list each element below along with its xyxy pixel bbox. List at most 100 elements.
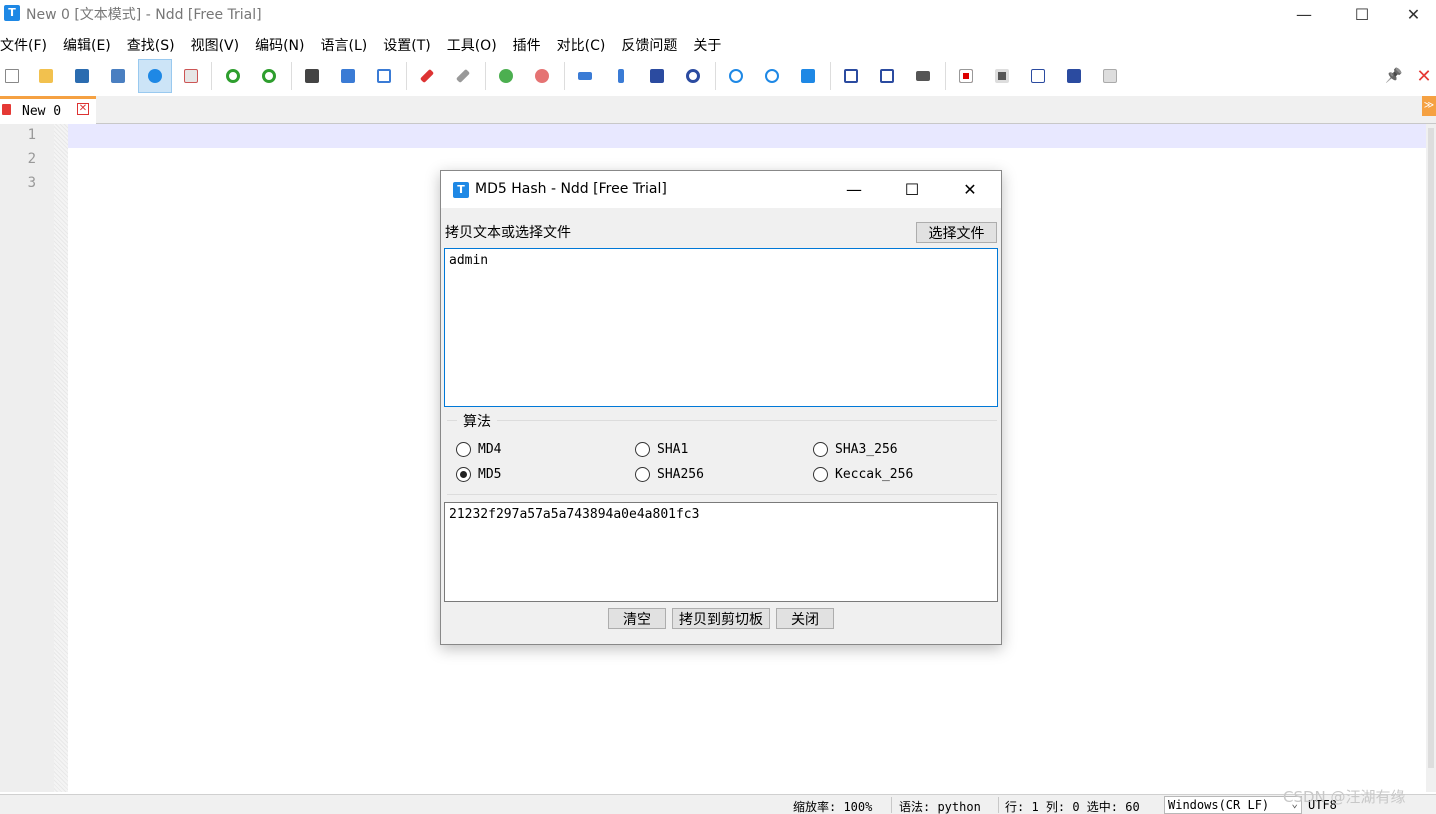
toolbar-separator [830, 62, 831, 90]
mark-button[interactable] [410, 59, 444, 93]
watermark: CSDN @汪湖有缘 [1283, 788, 1406, 806]
menu-view[interactable]: 视图(V) [191, 32, 248, 56]
menu-tools[interactable]: 工具(O) [447, 32, 505, 56]
close-dialog-button[interactable]: 关闭 [776, 608, 834, 629]
monitor-button[interactable] [676, 59, 710, 93]
pin-icon: 📌 [1385, 68, 1403, 84]
undo-button[interactable] [216, 59, 250, 93]
menu-feedback[interactable]: 反馈问题 [621, 32, 685, 56]
dialog-title: MD5 Hash - Ndd [Free Trial] [475, 181, 667, 197]
redo-icon [262, 69, 276, 83]
menu-about[interactable]: 关于 [693, 32, 729, 56]
tab-overflow-button[interactable]: ≫ [1422, 96, 1436, 116]
record-macro-button[interactable] [949, 59, 983, 93]
radio-sha1[interactable]: SHA1 [635, 442, 688, 457]
menu-search[interactable]: 查找(S) [127, 32, 183, 56]
replace-button[interactable] [331, 59, 365, 93]
tab-new-0[interactable]: New 0 ✕ [0, 96, 96, 124]
dialog-maximize-button[interactable]: ☐ [883, 171, 941, 208]
stop-macro-button[interactable] [985, 59, 1019, 93]
bookmark-button[interactable] [367, 59, 401, 93]
pin-button[interactable]: 📌 [1377, 59, 1411, 93]
menu-compare[interactable]: 对比(C) [557, 32, 614, 56]
clear-mark-button[interactable] [446, 59, 480, 93]
toolbar-separator [564, 62, 565, 90]
tab-bar: New 0 ✕ ≫ [0, 96, 1436, 124]
status-separator [891, 797, 892, 813]
compare-button[interactable] [834, 59, 868, 93]
menu-file[interactable]: 文件(F) [0, 32, 55, 56]
target-icon [686, 69, 700, 83]
radio-circle [813, 467, 828, 482]
position-status: 行: 1 列: 0 选中: 60 [1005, 800, 1140, 814]
close-file-button[interactable] [174, 59, 208, 93]
radio-label: SHA3_256 [835, 442, 898, 457]
choose-file-button[interactable]: 选择文件 [916, 222, 997, 243]
save-button[interactable] [65, 59, 99, 93]
clear-button[interactable]: 清空 [608, 608, 666, 629]
stop-icon [995, 69, 1009, 83]
radio-keccak-256[interactable]: Keccak_256 [813, 467, 913, 482]
save-macro-button[interactable] [1093, 59, 1127, 93]
minimize-button[interactable]: — [1275, 0, 1333, 28]
radio-sha256[interactable]: SHA256 [635, 467, 704, 482]
radio-md5[interactable]: MD5 [456, 467, 501, 482]
tab-close-icon[interactable]: ✕ [77, 103, 89, 115]
dialog-close-button[interactable]: ✕ [941, 171, 999, 208]
toolbar: 📌 ✕ [0, 56, 1436, 96]
save-macro-icon [1103, 69, 1117, 83]
menu-language[interactable]: 语言(L) [321, 32, 376, 56]
word-wrap-button[interactable] [568, 59, 602, 93]
menu-edit[interactable]: 编辑(E) [63, 32, 119, 56]
radio-md4[interactable]: MD4 [456, 442, 501, 457]
radio-circle [456, 442, 471, 457]
radio-label: Keccak_256 [835, 467, 914, 482]
close-all-button[interactable]: ✕ [1412, 59, 1436, 93]
fold-margin [54, 124, 68, 792]
indent-guide-button[interactable] [640, 59, 674, 93]
scrollbar-thumb[interactable] [1428, 128, 1434, 768]
line-ending-select[interactable]: Windows(CR LF) ⌄ [1164, 796, 1302, 814]
zoom-out-button[interactable] [525, 59, 559, 93]
menu-bar: 文件(F) 编辑(E) 查找(S) 视图(V) 编码(N) 语言(L) 设置(T… [0, 32, 1436, 56]
folder-icon [39, 69, 53, 83]
menu-plugins[interactable]: 插件 [513, 32, 549, 56]
menu-encoding[interactable]: 编码(N) [255, 32, 312, 56]
show-all-chars-button[interactable] [604, 59, 638, 93]
next-button[interactable] [755, 59, 789, 93]
radio-circle [813, 442, 828, 457]
find-button[interactable] [295, 59, 329, 93]
presentation-button[interactable] [906, 59, 940, 93]
app-icon: T [4, 5, 20, 21]
hash-output-textarea[interactable]: 21232f297a57a5a743894a0e4a801fc3 [444, 502, 998, 602]
zoom-in-button[interactable] [489, 59, 523, 93]
play-multiple-button[interactable] [1057, 59, 1091, 93]
close-window-button[interactable]: ✕ [1391, 0, 1436, 28]
algorithm-group: 算法 [447, 411, 997, 495]
input-textarea[interactable]: admin [444, 248, 998, 407]
binoculars-icon [305, 69, 319, 83]
save-all-button[interactable] [101, 59, 135, 93]
undo-icon [226, 69, 240, 83]
prev-button[interactable] [719, 59, 753, 93]
play-macro-button[interactable] [1021, 59, 1055, 93]
replace-icon [341, 69, 355, 83]
dialog-minimize-button[interactable]: — [825, 171, 883, 208]
md5-tool-button[interactable] [138, 59, 172, 93]
open-file-button[interactable] [29, 59, 63, 93]
radio-sha3-256[interactable]: SHA3_256 [813, 442, 898, 457]
toolbar-separator [211, 62, 212, 90]
zoom-out-icon [535, 69, 549, 83]
redo-button[interactable] [252, 59, 286, 93]
wrap-icon [578, 72, 592, 80]
maximize-button[interactable]: ☐ [1333, 0, 1391, 28]
md5-hash-dialog: T MD5 Hash - Ndd [Free Trial] — ☐ ✕ 拷贝文本… [440, 170, 1002, 645]
split-view-button[interactable] [870, 59, 904, 93]
window-title: New 0 [文本模式] - Ndd [Free Trial] [26, 7, 262, 23]
menu-settings[interactable]: 设置(T) [383, 32, 438, 56]
new-file-button[interactable] [0, 59, 29, 93]
goto-button[interactable] [791, 59, 825, 93]
main-title-bar: T New 0 [文本模式] - Ndd [Free Trial] — ☐ ✕ [0, 0, 1436, 28]
toolbar-separator [485, 62, 486, 90]
copy-to-clipboard-button[interactable]: 拷贝到剪切板 [672, 608, 770, 629]
